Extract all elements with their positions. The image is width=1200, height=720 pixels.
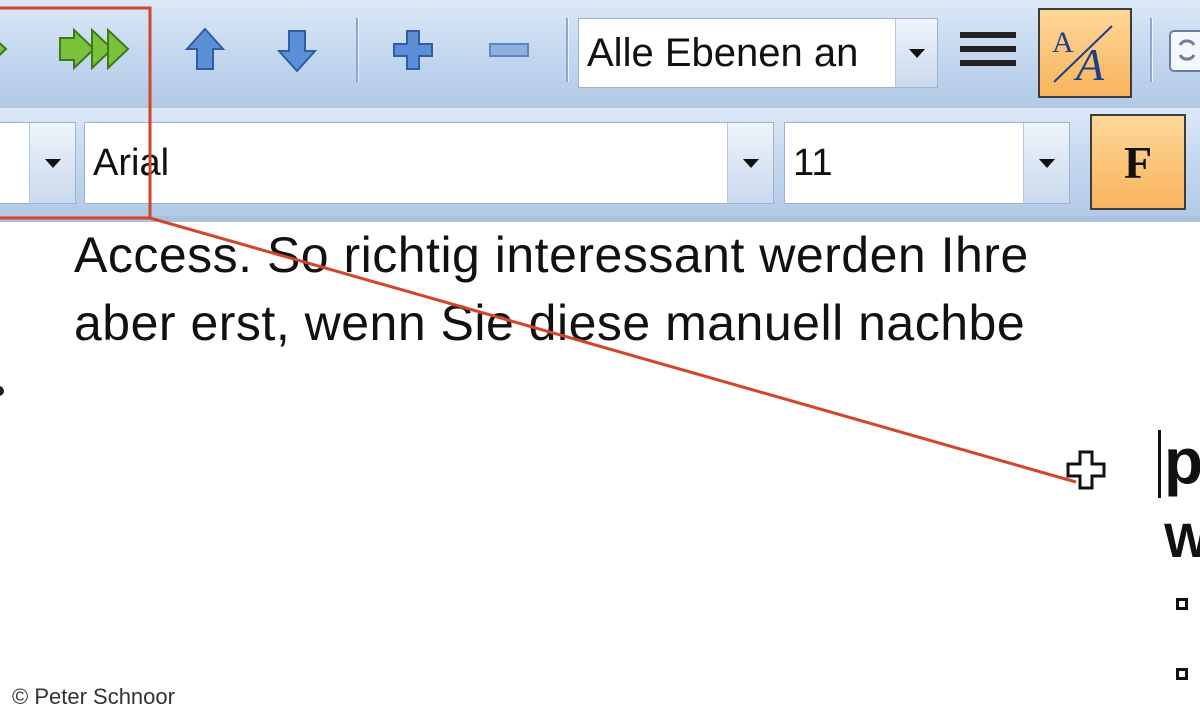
callout-highlight-box: [0, 6, 152, 220]
callout-connector-line: [149, 216, 1077, 484]
callout-overlay: [0, 6, 1077, 484]
photo-credit: © Peter Schnoor: [12, 684, 175, 709]
